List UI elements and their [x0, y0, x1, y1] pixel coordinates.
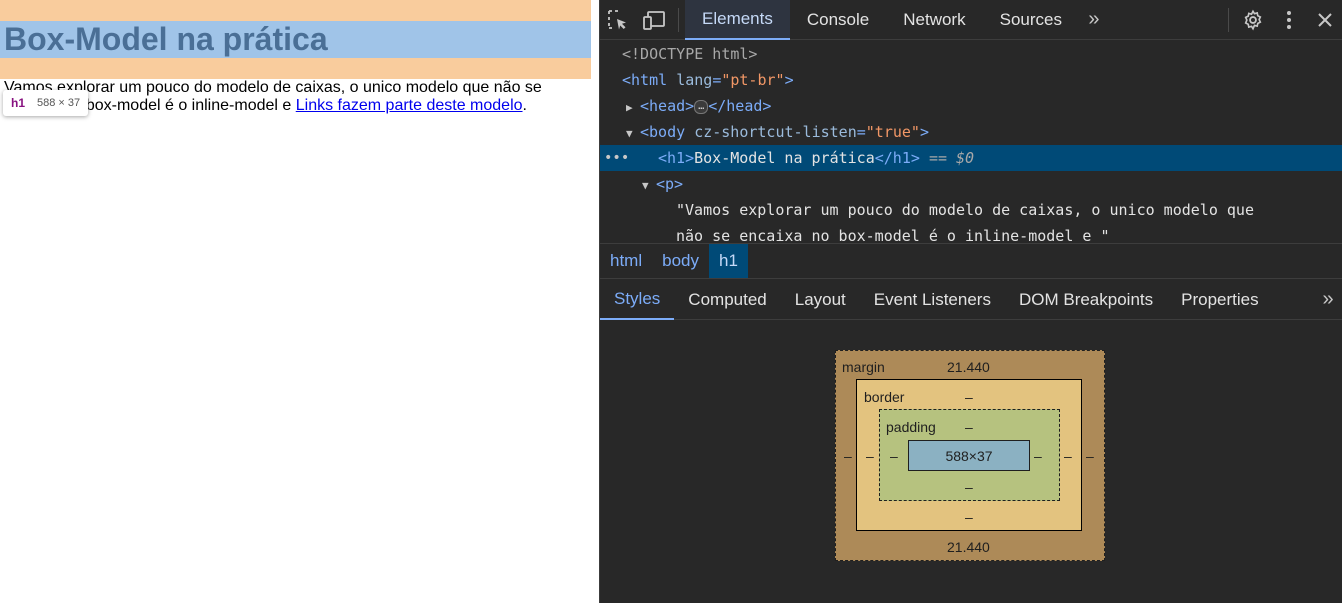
border-label: border: [864, 389, 905, 405]
p-tag-open: <p>: [656, 175, 684, 193]
collapse-triangle-icon[interactable]: ▼: [626, 121, 640, 147]
html-attr-eq: =: [712, 71, 722, 89]
dom-line-p[interactable]: ▼ <p>: [600, 171, 1342, 197]
dom-tree: <!DOCTYPE html> <html lang="pt-br"> ▶ <he…: [600, 41, 1342, 243]
margin-top-value[interactable]: 21.440: [947, 359, 990, 375]
h1-content-highlight: Box-Model na prática: [0, 21, 591, 58]
inspect-element-icon[interactable]: [600, 0, 636, 40]
html-tag-open: <html: [622, 71, 668, 89]
collapse-triangle-icon[interactable]: ▼: [642, 173, 656, 199]
body-tag-open: <body: [640, 123, 686, 141]
expand-triangle-icon[interactable]: ▶: [626, 95, 640, 121]
padding-label: padding: [886, 419, 936, 435]
breadcrumb-html[interactable]: html: [600, 244, 652, 278]
margin-right-value[interactable]: –: [1086, 448, 1094, 464]
tab-elements[interactable]: Elements: [685, 0, 790, 40]
html-tag-close: >: [784, 71, 794, 89]
padding-left-value[interactable]: –: [890, 448, 898, 464]
settings-gear-icon[interactable]: [1235, 0, 1271, 40]
toolbar-separator: [678, 7, 679, 32]
subtab-layout[interactable]: Layout: [781, 280, 860, 320]
paragraph-link[interactable]: Links fazem parte deste modelo: [296, 97, 523, 114]
dom-line-doctype[interactable]: <!DOCTYPE html>: [600, 41, 1342, 67]
subtab-properties[interactable]: Properties: [1167, 280, 1272, 320]
page-heading: Box-Model na prática: [4, 21, 328, 57]
paragraph-end: .: [522, 97, 527, 114]
body-attr-value: "true": [865, 123, 920, 141]
body-attr-name: cz-shortcut-listen: [694, 123, 857, 141]
padding-bottom-value[interactable]: –: [965, 479, 973, 495]
tab-sources[interactable]: Sources: [983, 0, 1079, 40]
styles-subtabs: Styles Computed Layout Event Listeners D…: [600, 280, 1342, 320]
tooltip-size: 588 × 37: [37, 97, 81, 109]
border-top-value[interactable]: –: [965, 389, 973, 405]
p-text-line-1: "Vamos explorar um pouco do modelo de ca…: [676, 201, 1254, 219]
more-subtabs-icon[interactable]: »: [1313, 280, 1342, 320]
dom-line-body[interactable]: ▼ <body cz-shortcut-listen="true">: [600, 119, 1342, 145]
content-size: 588×37: [945, 447, 993, 464]
dom-line-p-text-1[interactable]: "Vamos explorar um pouco do modelo de ca…: [600, 197, 1342, 223]
subtab-dom-breakpoints[interactable]: DOM Breakpoints: [1005, 280, 1167, 320]
selected-ref: == $0: [928, 149, 975, 167]
devtools-toolbar: Elements Console Network Sources »: [600, 0, 1342, 40]
margin-left-value[interactable]: –: [844, 448, 852, 464]
h1-tag-close: </h1>: [874, 149, 920, 167]
devtools-panel: Elements Console Network Sources » <!DOC…: [599, 0, 1342, 603]
dom-line-head[interactable]: ▶ <head>… </head>: [600, 93, 1342, 119]
subtab-computed[interactable]: Computed: [674, 280, 780, 320]
subtab-styles[interactable]: Styles: [600, 280, 675, 320]
border-left-value[interactable]: –: [866, 448, 874, 464]
toolbar-separator-right: [1228, 7, 1229, 32]
more-tabs-icon[interactable]: »: [1079, 0, 1109, 40]
html-attr-name: lang: [676, 71, 713, 89]
margin-label: margin: [842, 359, 885, 375]
padding-top-value[interactable]: –: [965, 419, 973, 435]
tooltip-tag: h1: [11, 96, 26, 110]
p-text-line-2: não se encaixa no box-model é o inline-m…: [676, 227, 1110, 243]
breadcrumb-h1[interactable]: h1: [709, 244, 748, 278]
doctype-text: <!DOCTYPE html>: [622, 45, 758, 63]
tab-console[interactable]: Console: [790, 0, 886, 40]
head-tag-open: <head>: [640, 97, 695, 115]
tab-network[interactable]: Network: [886, 0, 982, 40]
row-more-icon[interactable]: •••: [604, 145, 629, 171]
body-attr-eq: =: [856, 123, 866, 141]
breadcrumb-body[interactable]: body: [652, 244, 709, 278]
h1-tag-open: <h1>: [658, 149, 695, 167]
dom-line-h1-selected[interactable]: ••• <h1>Box-Model na prática</h1> == $0: [600, 145, 1342, 171]
h1-text: Box-Model na prática: [694, 149, 875, 167]
h1-margin-highlight-top: [0, 0, 591, 21]
device-toolbar-icon[interactable]: [636, 0, 672, 40]
margin-bottom-value[interactable]: 21.440: [947, 539, 990, 555]
close-icon[interactable]: [1307, 0, 1342, 40]
toolbar-right: [1222, 0, 1342, 40]
padding-right-value[interactable]: –: [1034, 448, 1042, 464]
h1-margin-highlight-bottom: [0, 58, 591, 79]
dom-line-p-text-2[interactable]: não se encaixa no box-model é o inline-m…: [600, 223, 1342, 243]
border-bottom-value[interactable]: –: [965, 509, 973, 525]
collapsed-ellipsis-icon[interactable]: …: [694, 99, 709, 114]
subtab-event-listeners[interactable]: Event Listeners: [860, 280, 1005, 320]
breadcrumb: html body h1: [600, 243, 1342, 279]
border-right-value[interactable]: –: [1064, 448, 1072, 464]
dom-line-html[interactable]: <html lang="pt-br">: [600, 67, 1342, 93]
page-preview: Box-Model na prática Vamos explorar um p…: [0, 0, 599, 603]
body-tag-close: >: [919, 123, 929, 141]
kebab-menu-icon[interactable]: [1271, 0, 1307, 40]
element-tooltip: h1 588 × 37: [3, 90, 89, 116]
head-tag-close: </head>: [708, 97, 772, 115]
html-attr-value: "pt-br": [721, 71, 785, 89]
box-model-content[interactable]: 588×37: [908, 440, 1030, 471]
